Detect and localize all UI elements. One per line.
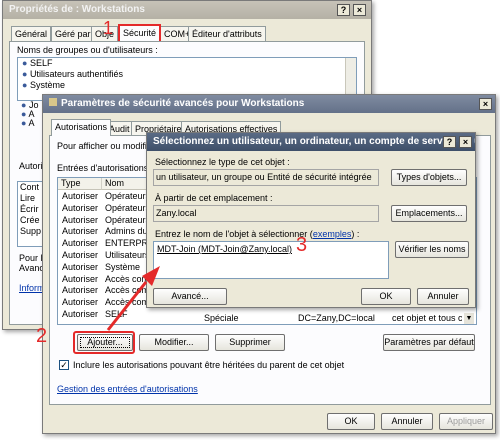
groups-label: Noms de groupes ou d'utilisateurs : [17,45,158,55]
entry-type: Autoriser [62,297,99,308]
window-icon [49,98,57,106]
tab-attribute-editor[interactable]: Éditeur d'attributs [188,26,266,41]
table-row[interactable]: Autoriser Admins du d [58,226,158,237]
examples-link[interactable]: exemples [313,229,352,239]
manage-entries-link[interactable]: Gestion des entrées d'autorisations [57,384,198,394]
entry-type: Autoriser [62,273,99,284]
entry-type: Autoriser [62,226,99,237]
entry-type: Autoriser [62,238,99,249]
edit-button[interactable]: Modifier... [139,334,209,351]
select-user-dialog: Sélectionnez un utilisateur, un ordinate… [146,132,476,308]
enter-name-label: Entrez le nom de l'objet à sélectionner … [155,229,360,239]
tab-general[interactable]: Général [11,26,52,41]
advanced-partial: Avanc [19,263,44,273]
cancel-button[interactable]: Annuler [381,413,433,430]
user-row-partial-3: ● A [21,118,35,128]
entered-object-name: MDT-Join (MDT-Join@Zany.local) [157,244,292,254]
tab-security[interactable]: Sécurité [118,24,162,41]
object-type-field: un utilisateur, un groupe ou Entité de s… [153,169,379,186]
list-item[interactable]: ● SELF [18,58,356,69]
tab-managed-by[interactable]: Géré par [51,26,95,41]
properties-title: Propriétés de : Workstations [9,4,145,15]
select-dialog-title: Sélectionnez un utilisateur, un ordinate… [153,136,475,147]
cancel-button[interactable]: Annuler [417,288,469,305]
column-header-type[interactable]: Type [58,178,102,190]
location-label: À partir de cet emplacement : [155,193,273,203]
table-row[interactable]: Autoriser ENTERPRIS [58,238,158,249]
properties-title-bar: Propriétés de : Workstations [3,1,371,19]
scroll-down-arrow[interactable]: ▼ [464,313,474,324]
table-row[interactable]: Autoriser Utilisateurs a [58,250,158,261]
user-icon: ● [21,118,27,128]
object-type-label: Sélectionnez le type de cet objet : [155,157,290,167]
close-button[interactable]: × [353,4,366,16]
object-types-button[interactable]: Types d'objets... [391,169,467,186]
permissions-label-partial: Autori [19,161,43,171]
more-info-link-partial[interactable]: Inform [19,283,45,293]
selected-entry-extra[interactable]: Spéciale DC=Zany,DC=local cet objet et t… [146,313,474,324]
user-icon: ● [22,58,28,68]
ok-button[interactable]: OK [327,413,375,430]
advanced-title: Paramètres de sécurité avancés pour Work… [61,98,305,109]
list-item[interactable]: ● Utilisateurs authentifiés [18,69,356,80]
entry-type: Autoriser [62,250,99,260]
list-item[interactable]: ● Système [18,80,356,91]
check-names-button[interactable]: Vérifier les noms [395,241,469,258]
entry-type: Autoriser [62,202,99,213]
group-icon: ● [22,80,28,90]
step-3-label: 3 [296,234,308,256]
table-row[interactable]: Autoriser Opérateurs d [58,203,158,214]
table-row[interactable]: Autoriser Système [58,262,158,273]
entry-type: Autoriser [62,285,99,296]
advanced-button[interactable]: Avancé... [153,288,227,305]
table-row[interactable]: Autoriser Accès comp [58,285,158,296]
entry-type: Autoriser [62,261,99,272]
default-permissions-button[interactable]: Paramètres par défaut [383,334,475,351]
entries-label: Entrées d'autorisations : [57,163,154,173]
entry-type: Autoriser [62,191,99,201]
close-button[interactable]: × [459,136,472,148]
inherit-checkbox-label: Inclure les autorisations pouvant être h… [73,360,345,370]
step-1-label: 1 [103,18,114,38]
entry-access: Spéciale [204,313,239,323]
locations-button[interactable]: Emplacements... [391,205,467,222]
select-dialog-title-bar: Sélectionnez un utilisateur, un ordinate… [147,133,475,151]
remove-button[interactable]: Supprimer [215,334,285,351]
entry-applies-to: cet objet et tous ceux dev... [392,313,462,323]
object-name-textarea[interactable]: MDT-Join (MDT-Join@Zany.local) [153,241,389,279]
help-button[interactable]: ? [337,4,350,16]
help-button[interactable]: ? [443,136,456,148]
inherit-checkbox[interactable]: ✓ [59,360,69,370]
table-row[interactable]: Autoriser SELF [58,309,158,320]
table-row[interactable]: Autoriser Opérateurs d [58,191,158,202]
location-field: Zany.local [153,205,379,222]
advanced-title-bar: Paramètres de sécurité avancés pour Work… [43,95,495,113]
close-button[interactable]: × [479,98,492,110]
table-row[interactable]: Autoriser Opérateurs d [58,215,158,226]
apply-button[interactable]: Appliquer [439,413,493,430]
table-row[interactable]: Autoriser Accès comp [58,274,158,285]
table-row[interactable]: Autoriser Accès comp [58,297,158,308]
entry-inherited-from: DC=Zany,DC=local [298,313,375,323]
step-2-highlight [73,331,135,354]
tab-permissions[interactable]: Autorisations [51,119,112,136]
step-2-label: 2 [36,325,48,347]
group-icon: ● [22,69,28,79]
entry-type: Autoriser [62,214,99,225]
entry-type: Autoriser [62,309,99,319]
ok-button[interactable]: OK [361,288,411,305]
